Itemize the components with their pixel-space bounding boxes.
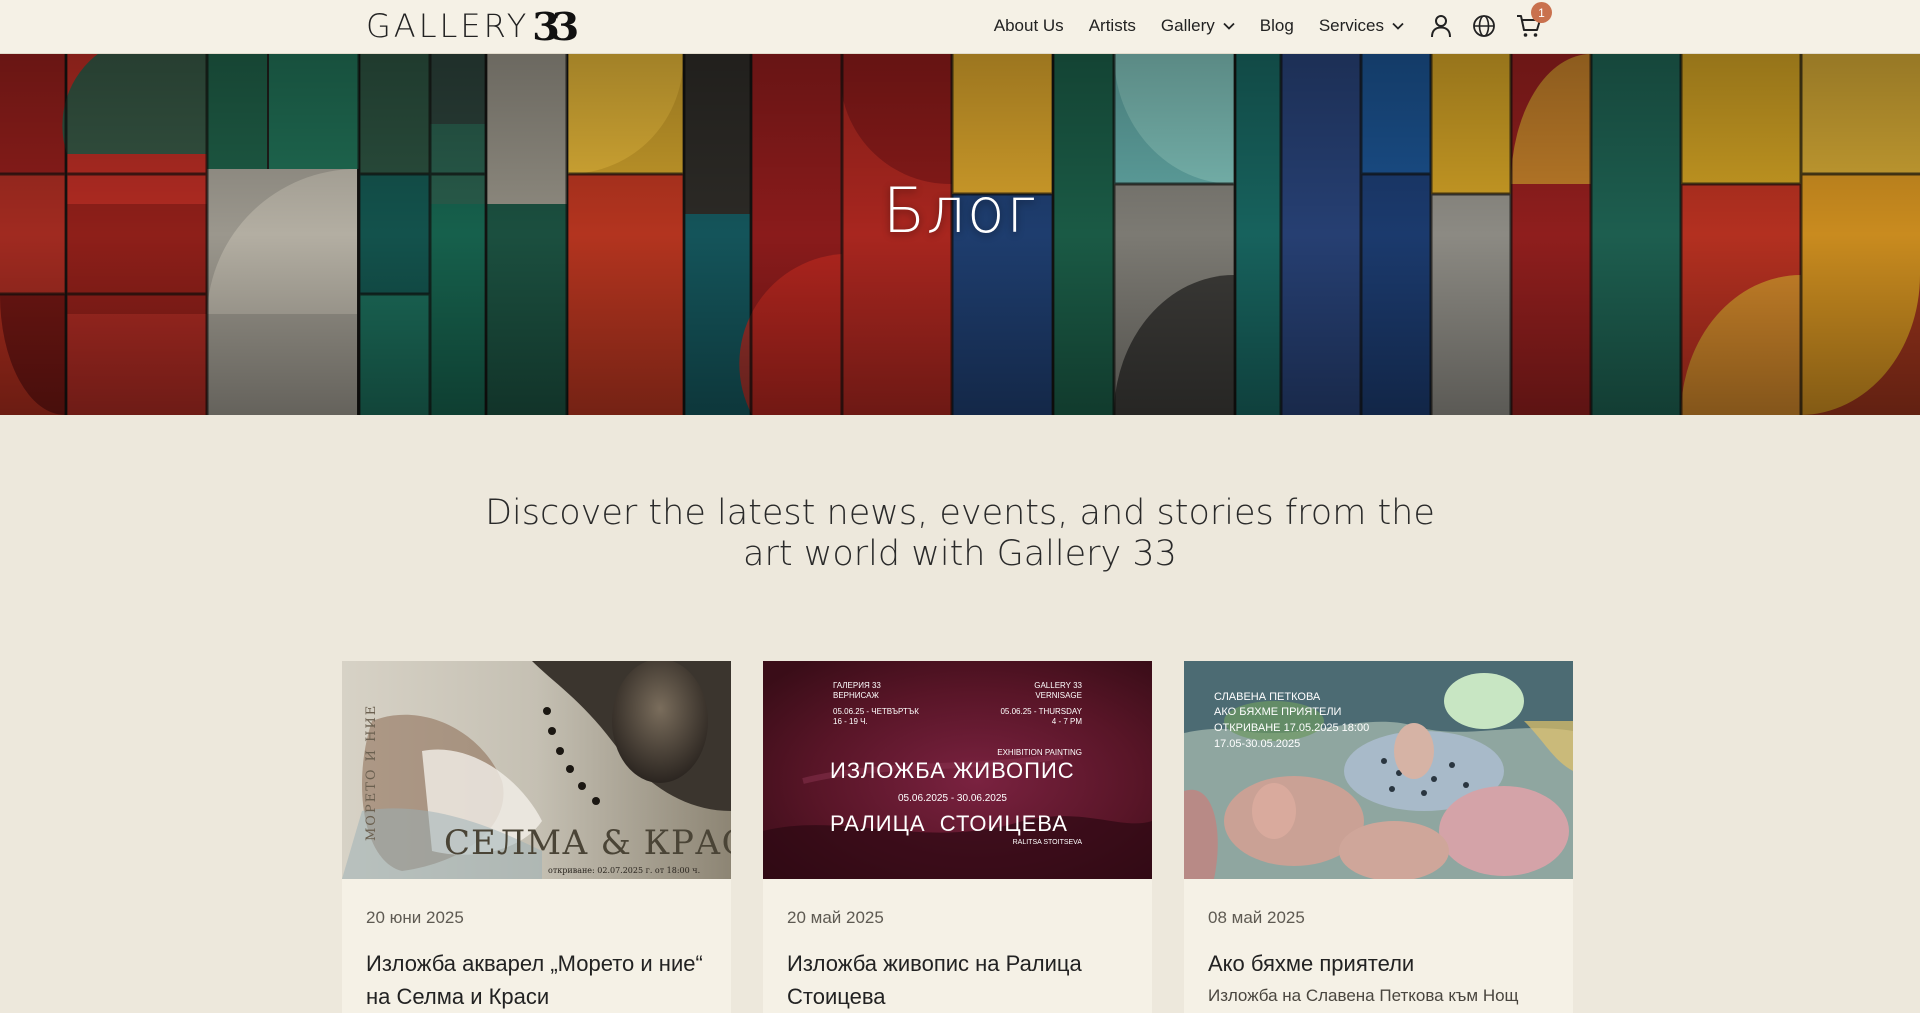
image-left-sub: ВЕРНИСАЖ xyxy=(833,691,879,700)
blog-card-title[interactable]: Изложба акварел „Морето и ние“ на Селма … xyxy=(366,947,711,1013)
cart-icon[interactable]: 1 xyxy=(1516,2,1552,38)
blog-card-date: 20 май 2025 xyxy=(787,908,884,927)
image-right-top: GALLERY 33 xyxy=(1034,681,1082,690)
site-header: GALLERY 33 About Us Artists Gallery Blog… xyxy=(0,0,1920,54)
blog-card-excerpt: Изложба на Славена Петкова към Нощ xyxy=(1208,986,1519,1005)
image-left-top: ГАЛЕРИЯ 33 xyxy=(833,681,881,690)
hero-banner: Блог xyxy=(0,54,1920,415)
nav-label: About Us xyxy=(993,16,1064,35)
main-nav: About Us Artists Gallery Blog Services 1 xyxy=(969,0,1552,52)
nav-label: Blog xyxy=(1259,16,1294,35)
image-opening-text: откриване: 02.07.2025 г. от 18:00 ч. xyxy=(548,866,701,875)
image-artist-name: РАЛИЦА СТОИЦЕВА xyxy=(830,811,1068,836)
page-title: Блог xyxy=(882,174,1038,247)
nav-artists[interactable]: Artists xyxy=(1089,16,1136,36)
image-left-date: 05.06.25 - ЧЕТВЪРТЪК xyxy=(833,707,919,716)
nav-label: Services xyxy=(1318,16,1384,35)
globe-icon[interactable] xyxy=(1472,14,1496,38)
nav-services[interactable]: Services xyxy=(1319,16,1404,36)
blog-card-image[interactable]: СЛАВЕНА ПЕТКОВА АКО БЯХМЕ ПРИЯТЕЛИ ОТКРИ… xyxy=(1184,661,1573,879)
chevron-down-icon xyxy=(1392,22,1404,30)
blog-card-date: 20 юни 2025 xyxy=(366,908,464,927)
blog-card-title[interactable]: Ако бяхме приятели xyxy=(1208,947,1553,980)
image-main-text: ИЗЛОЖБА ЖИВОПИС xyxy=(830,758,1075,783)
image-line4: 17.05-30.05.2025 xyxy=(1214,738,1301,750)
image-date-range: 05.06.2025 - 30.06.2025 xyxy=(898,793,1007,804)
image-artist-latin: RALITSA STOITSEVA xyxy=(1012,839,1082,846)
image-right-sub: VERNISAGE xyxy=(1035,691,1082,700)
user-icon[interactable] xyxy=(1430,14,1452,38)
image-line1: СЛАВЕНА ПЕТКОВА xyxy=(1214,691,1321,703)
nav-label: Gallery xyxy=(1160,16,1215,35)
nav-label: Artists xyxy=(1088,16,1136,35)
image-line3: ОТКРИВАНЕ 17.05.2025 18:00 xyxy=(1214,722,1370,734)
nav-blog[interactable]: Blog xyxy=(1260,16,1294,36)
image-small-label: EXHIBITION PAINTING xyxy=(997,748,1082,757)
blog-intro-text: Discover the latest news, events, and st… xyxy=(485,493,1435,574)
gallery-logo[interactable]: GALLERY 33 xyxy=(366,3,579,49)
blog-card[interactable]: ГАЛЕРИЯ 33 ВЕРНИСАЖ 05.06.25 - ЧЕТВЪРТЪК… xyxy=(763,661,1152,1013)
blog-card-date: 08 май 2025 xyxy=(1208,908,1305,927)
blog-card-image[interactable]: МОРЕТО И НИЕ СЕЛМА & КРАСИ откриване: 02… xyxy=(342,661,731,879)
blog-card-title[interactable]: Изложба живопис на Ралица Стоицева xyxy=(787,947,1132,1013)
image-right-date: 05.06.25 - THURSDAY xyxy=(1000,707,1082,716)
blog-card[interactable]: СЛАВЕНА ПЕТКОВА АКО БЯХМЕ ПРИЯТЕЛИ ОТКРИ… xyxy=(1184,661,1573,1013)
image-vertical-text: МОРЕТО И НИЕ xyxy=(364,703,379,841)
chevron-down-icon xyxy=(1223,22,1235,30)
nav-about-us[interactable]: About Us xyxy=(994,16,1064,36)
logo-number: 33 xyxy=(532,3,579,49)
image-left-time: 16 - 19 Ч. xyxy=(833,717,868,726)
nav-gallery[interactable]: Gallery xyxy=(1161,16,1235,36)
logo-word: GALLERY xyxy=(366,7,530,45)
image-right-time: 4 - 7 PM xyxy=(1051,717,1082,726)
cart-count-badge: 1 xyxy=(1531,2,1552,23)
blog-card[interactable]: МОРЕТО И НИЕ СЕЛМА & КРАСИ откриване: 02… xyxy=(342,661,731,1013)
blog-card-image[interactable]: ГАЛЕРИЯ 33 ВЕРНИСАЖ 05.06.25 - ЧЕТВЪРТЪК… xyxy=(763,661,1152,879)
image-line2: АКО БЯХМЕ ПРИЯТЕЛИ xyxy=(1214,706,1342,718)
image-title-text: СЕЛМА & КРАСИ xyxy=(444,823,731,863)
